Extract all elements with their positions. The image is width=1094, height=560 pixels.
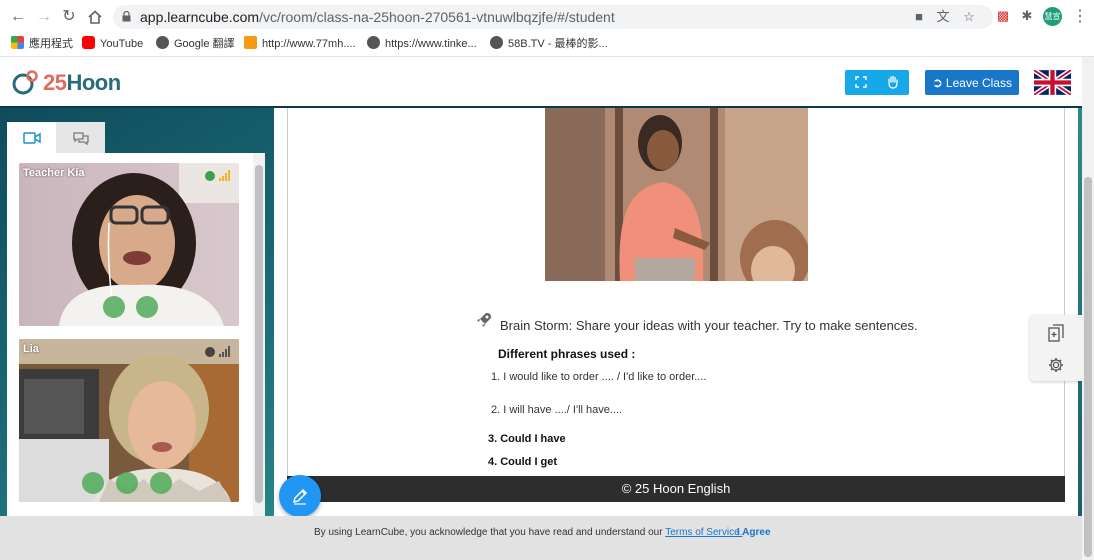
left-panel: Teacher Kia Lia <box>7 122 265 516</box>
slide-footer: © 25 Hoon English <box>287 476 1065 502</box>
logo-mark-icon <box>12 70 38 95</box>
fullscreen-button[interactable] <box>845 70 877 95</box>
bookmarks-bar: 應用程式 YouTube Google 翻譯 http://www.77mh..… <box>0 33 1094 55</box>
menu-kebab-icon[interactable]: ⋮ <box>1072 7 1088 27</box>
star-icon[interactable]: ☆ <box>961 9 977 25</box>
chat-icon <box>72 132 89 146</box>
refresh-toggle-icon[interactable] <box>150 472 172 494</box>
extension-shield-icon[interactable]: ▩ <box>995 8 1011 24</box>
bookmark-tinke[interactable]: https://www.tinke... <box>367 36 477 52</box>
bookmark-google-translate[interactable]: Google 翻譯 <box>156 36 235 52</box>
consent-text: By using LearnCube, you acknowledge that… <box>314 527 743 538</box>
bookmark-youtube[interactable]: YouTube <box>82 36 143 52</box>
camera-toggle-icon[interactable] <box>103 296 125 318</box>
student-video-tile[interactable]: Lia <box>19 339 239 502</box>
participant-name: Teacher Kia <box>23 167 85 179</box>
panel-tabs <box>7 122 265 153</box>
bookmark-77mh[interactable]: http://www.77mh.... <box>244 36 356 52</box>
pen-tool-button[interactable] <box>279 475 321 517</box>
raise-hand-button[interactable] <box>877 70 909 95</box>
list-item: 1. I would like to order .... / I'd like… <box>491 371 707 383</box>
forward-arrow-icon[interactable]: → <box>34 7 54 27</box>
teacher-video-tile[interactable]: Teacher Kia <box>19 163 239 326</box>
slide: Brain Storm: Share your ideas with your … <box>287 108 1065 478</box>
app-header: 25Hoon ➲ Leave Class <box>0 57 1094 108</box>
whiteboard: Brain Storm: Share your ideas with your … <box>274 108 1078 516</box>
gear-icon[interactable] <box>1048 356 1064 374</box>
puzzle-icon[interactable]: ✱ <box>1019 8 1035 24</box>
mic-toggle-icon[interactable] <box>116 472 138 494</box>
site-icon <box>244 36 257 49</box>
list-item: 2. I will have ..../ I'll have.... <box>491 404 623 416</box>
classroom-stage: Teacher Kia Lia Brain Storm: Share your … <box>0 108 1094 516</box>
fullscreen-icon <box>855 76 867 88</box>
tab-chat[interactable] <box>56 122 105 153</box>
page-scroll-thumb[interactable] <box>1084 177 1092 557</box>
pen-icon <box>292 488 308 505</box>
home-icon[interactable] <box>85 7 105 27</box>
terms-link[interactable]: Terms of Service. <box>665 527 742 538</box>
camera-toggle-icon[interactable] <box>82 472 104 494</box>
tab-video[interactable] <box>7 122 56 153</box>
profile-avatar[interactable]: 慧宣 <box>1043 7 1062 26</box>
video-camera-icon <box>22 132 41 144</box>
side-toolbar <box>1030 315 1082 381</box>
globe-icon <box>367 36 380 49</box>
signal-bars-icon <box>219 170 230 181</box>
globe-icon <box>490 36 503 49</box>
uk-flag-icon[interactable] <box>1034 70 1071 95</box>
lock-icon <box>122 11 131 22</box>
hand-icon <box>888 75 898 89</box>
video-list: Teacher Kia Lia <box>7 153 265 516</box>
list-item: 3. Could I have <box>488 433 566 445</box>
classroom-tools <box>845 70 909 95</box>
slide-prompt: Brain Storm: Share your ideas with your … <box>500 318 918 333</box>
back-arrow-icon[interactable]: ← <box>8 7 28 27</box>
globe-icon <box>156 36 169 49</box>
add-page-icon[interactable] <box>1048 324 1064 342</box>
browser-toolbar: ← → ↻ app.learncube.com/vc/room/class-na… <box>0 0 1094 57</box>
youtube-icon <box>82 36 95 49</box>
reload-icon[interactable]: ↻ <box>59 7 79 27</box>
teacher-video-feed <box>19 163 239 326</box>
participant-name: Lia <box>23 343 39 355</box>
bookmark-58btv[interactable]: 58B.TV - 最棒的影... <box>490 36 608 52</box>
translate-icon[interactable]: 文 <box>935 9 951 25</box>
leave-class-button[interactable]: ➲ Leave Class <box>925 70 1019 95</box>
address-bar[interactable]: app.learncube.com/vc/room/class-na-25hoo… <box>113 5 993 29</box>
page-scrollbar[interactable] <box>1082 57 1094 560</box>
camera-icon[interactable]: ■ <box>911 9 927 25</box>
consent-bar: By using LearnCube, you acknowledge that… <box>0 516 1082 560</box>
url-text: app.learncube.com/vc/room/class-na-25hoo… <box>140 9 615 25</box>
slide-photo <box>545 108 808 281</box>
video-list-scrollbar[interactable] <box>253 153 265 516</box>
list-item: 4. Could I get <box>488 456 558 468</box>
exit-icon: ➲ <box>932 75 943 90</box>
scroll-thumb[interactable] <box>255 165 263 503</box>
rocket-icon <box>477 313 491 327</box>
mic-toggle-icon[interactable] <box>136 296 158 318</box>
phrases-title: Different phrases used : <box>498 347 636 361</box>
logo-text: 25Hoon <box>43 70 121 95</box>
apps-grid-icon <box>11 36 24 49</box>
bookmark-apps[interactable]: 應用程式 <box>11 36 73 52</box>
signal-bars-icon <box>219 346 230 357</box>
nav-row: ← → ↻ app.learncube.com/vc/room/class-na… <box>0 0 1094 33</box>
status-dot <box>205 347 215 357</box>
status-dot <box>205 171 215 181</box>
agree-button[interactable]: I Agree <box>737 527 771 538</box>
